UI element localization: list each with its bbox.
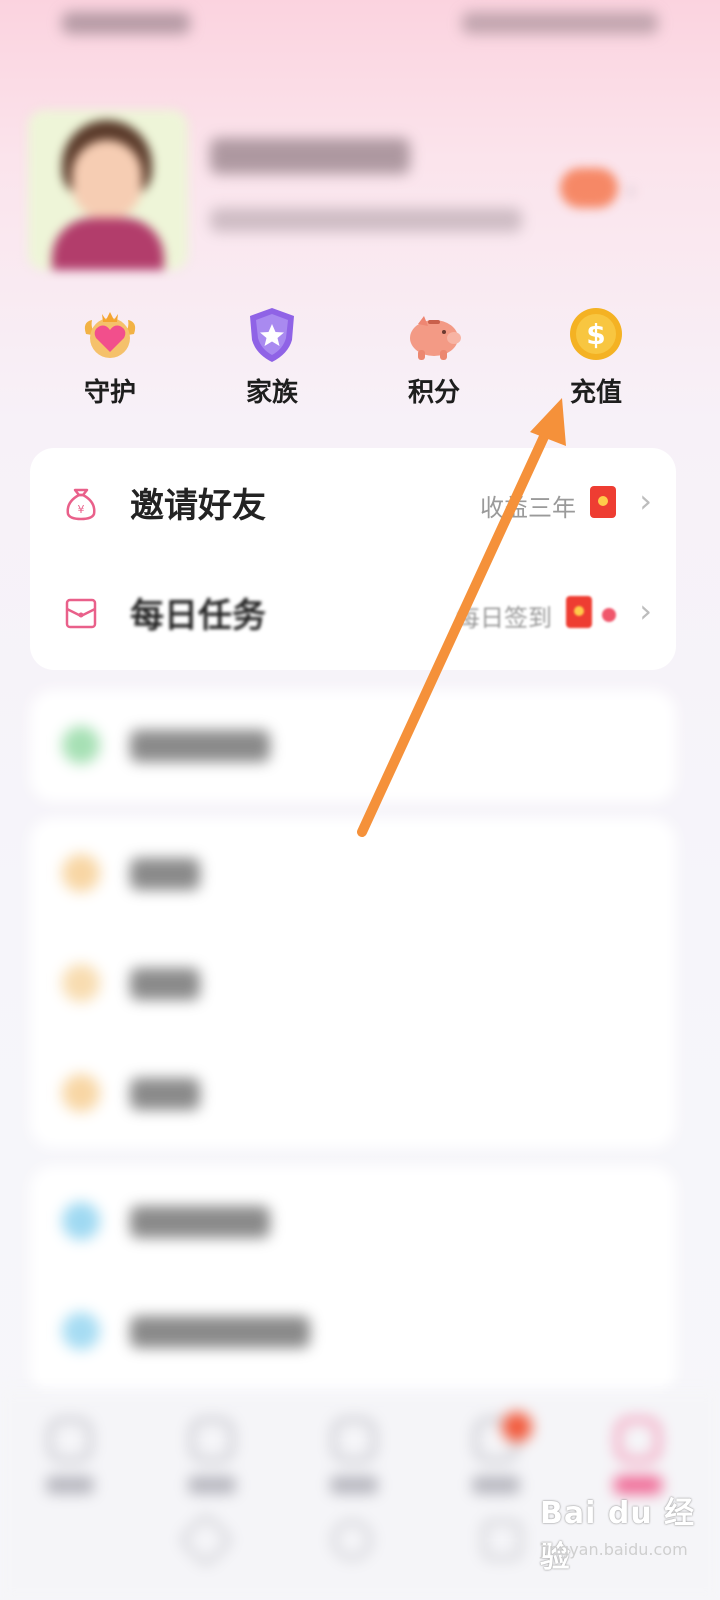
task-envelope-icon: [65, 598, 97, 629]
nav-tab-2[interactable]: [172, 1418, 252, 1508]
menu-item-redacted[interactable]: [30, 690, 676, 800]
nav-tab-icon: [48, 1418, 92, 1462]
menu-item-icon: [62, 1312, 100, 1350]
menu-item-redacted[interactable]: [30, 1038, 676, 1148]
nav-tab-label-redacted: [188, 1476, 236, 1494]
menu-item-title-redacted: [130, 1316, 310, 1348]
status-bar-left: [62, 12, 190, 34]
menu-item-title-redacted: [130, 730, 270, 762]
menu-card-secondary: [30, 690, 676, 802]
menu-item-icon: [62, 964, 100, 1002]
red-envelope-icon: [590, 486, 616, 518]
menu-item-title-redacted: [130, 858, 200, 890]
live-entry-button[interactable]: [560, 168, 618, 208]
nav-tab-1[interactable]: [30, 1418, 110, 1508]
watermark: Bai du 经验 jingyan.baidu.com: [540, 1488, 710, 1588]
quick-action-label: 积分: [407, 378, 460, 408]
menu-card-tertiary: [30, 818, 676, 1148]
menu-item-title-redacted: [130, 1078, 200, 1110]
quick-action-points[interactable]: 积分: [364, 300, 504, 420]
profile-chevron-right-icon: ›: [626, 176, 637, 206]
menu-item-title: 邀请好友: [130, 486, 266, 526]
avatar-body: [52, 218, 164, 270]
quick-action-guard[interactable]: 守护: [40, 300, 180, 420]
menu-item-icon: [62, 1074, 100, 1112]
avatar-face: [72, 140, 142, 220]
menu-item-redacted[interactable]: [30, 928, 676, 1038]
menu-item-title-redacted: [130, 1206, 270, 1238]
money-bag-icon: ¥: [66, 488, 96, 521]
recharge-coin-icon: $: [570, 308, 622, 360]
back-key-icon[interactable]: [177, 1511, 235, 1569]
nickname-redacted: [210, 138, 410, 174]
menu-card-primary: ¥ 邀请好友 收益三年 › 每日任务 每日签到 ›: [30, 448, 676, 670]
svg-text:¥: ¥: [78, 503, 85, 516]
nav-tab-3[interactable]: [314, 1418, 394, 1508]
menu-item-subtitle: 每日签到: [456, 604, 552, 632]
menu-item-subtitle: 收益三年: [480, 494, 576, 522]
menu-item-title: 每日任务: [130, 596, 266, 636]
menu-item-invite-friends[interactable]: ¥ 邀请好友 收益三年 ›: [30, 448, 676, 558]
notification-dot: [602, 608, 616, 622]
menu-card-quaternary: [30, 1166, 676, 1396]
menu-item-redacted[interactable]: [30, 818, 676, 928]
nav-tab-icon: [616, 1418, 660, 1462]
notification-badge: [502, 1412, 532, 1442]
quick-action-label: 守护: [83, 378, 136, 408]
quick-action-label: 家族: [245, 378, 298, 408]
menu-item-redacted[interactable]: [30, 1166, 676, 1276]
family-shield-star-icon: [250, 308, 294, 362]
points-piggy-bank-icon: [410, 316, 461, 360]
quick-action-family[interactable]: 家族: [202, 300, 342, 420]
avatar[interactable]: [28, 110, 188, 270]
nav-tab-label-redacted: [46, 1476, 94, 1494]
profile-stats-redacted: [210, 208, 522, 232]
menu-item-icon: [62, 1202, 100, 1240]
svg-text:$: $: [586, 318, 605, 351]
chevron-right-icon: ›: [639, 592, 652, 630]
nav-tab-4[interactable]: [456, 1412, 536, 1508]
watermark-brand: Bai du 经验: [540, 1496, 696, 1575]
quick-action-label: 充值: [569, 378, 622, 408]
chevron-right-icon: ›: [639, 482, 652, 520]
nav-tab-label-redacted: [472, 1476, 520, 1494]
home-key-icon[interactable]: [332, 1520, 372, 1560]
menu-item-redacted[interactable]: [30, 1276, 676, 1386]
quick-action-recharge[interactable]: $ 充值: [526, 300, 666, 420]
watermark-url: jingyan.baidu.com: [540, 1540, 688, 1559]
menu-item-daily-tasks[interactable]: 每日任务 每日签到 ›: [30, 558, 676, 668]
recents-key-icon[interactable]: [482, 1520, 522, 1560]
status-bar-right: [462, 12, 658, 34]
status-bar: [0, 0, 720, 50]
nav-tab-icon: [190, 1418, 234, 1462]
menu-item-icon: [62, 854, 100, 892]
menu-item-title-redacted: [130, 968, 200, 1000]
nav-tab-label-redacted: [330, 1476, 378, 1494]
nav-tab-icon: [332, 1418, 376, 1462]
menu-item-icon: [62, 726, 100, 764]
red-envelope-icon: [566, 596, 592, 628]
quick-actions: 守护 家族 积分 $ 充值: [0, 300, 720, 420]
guard-heart-crown-icon: [84, 312, 136, 358]
